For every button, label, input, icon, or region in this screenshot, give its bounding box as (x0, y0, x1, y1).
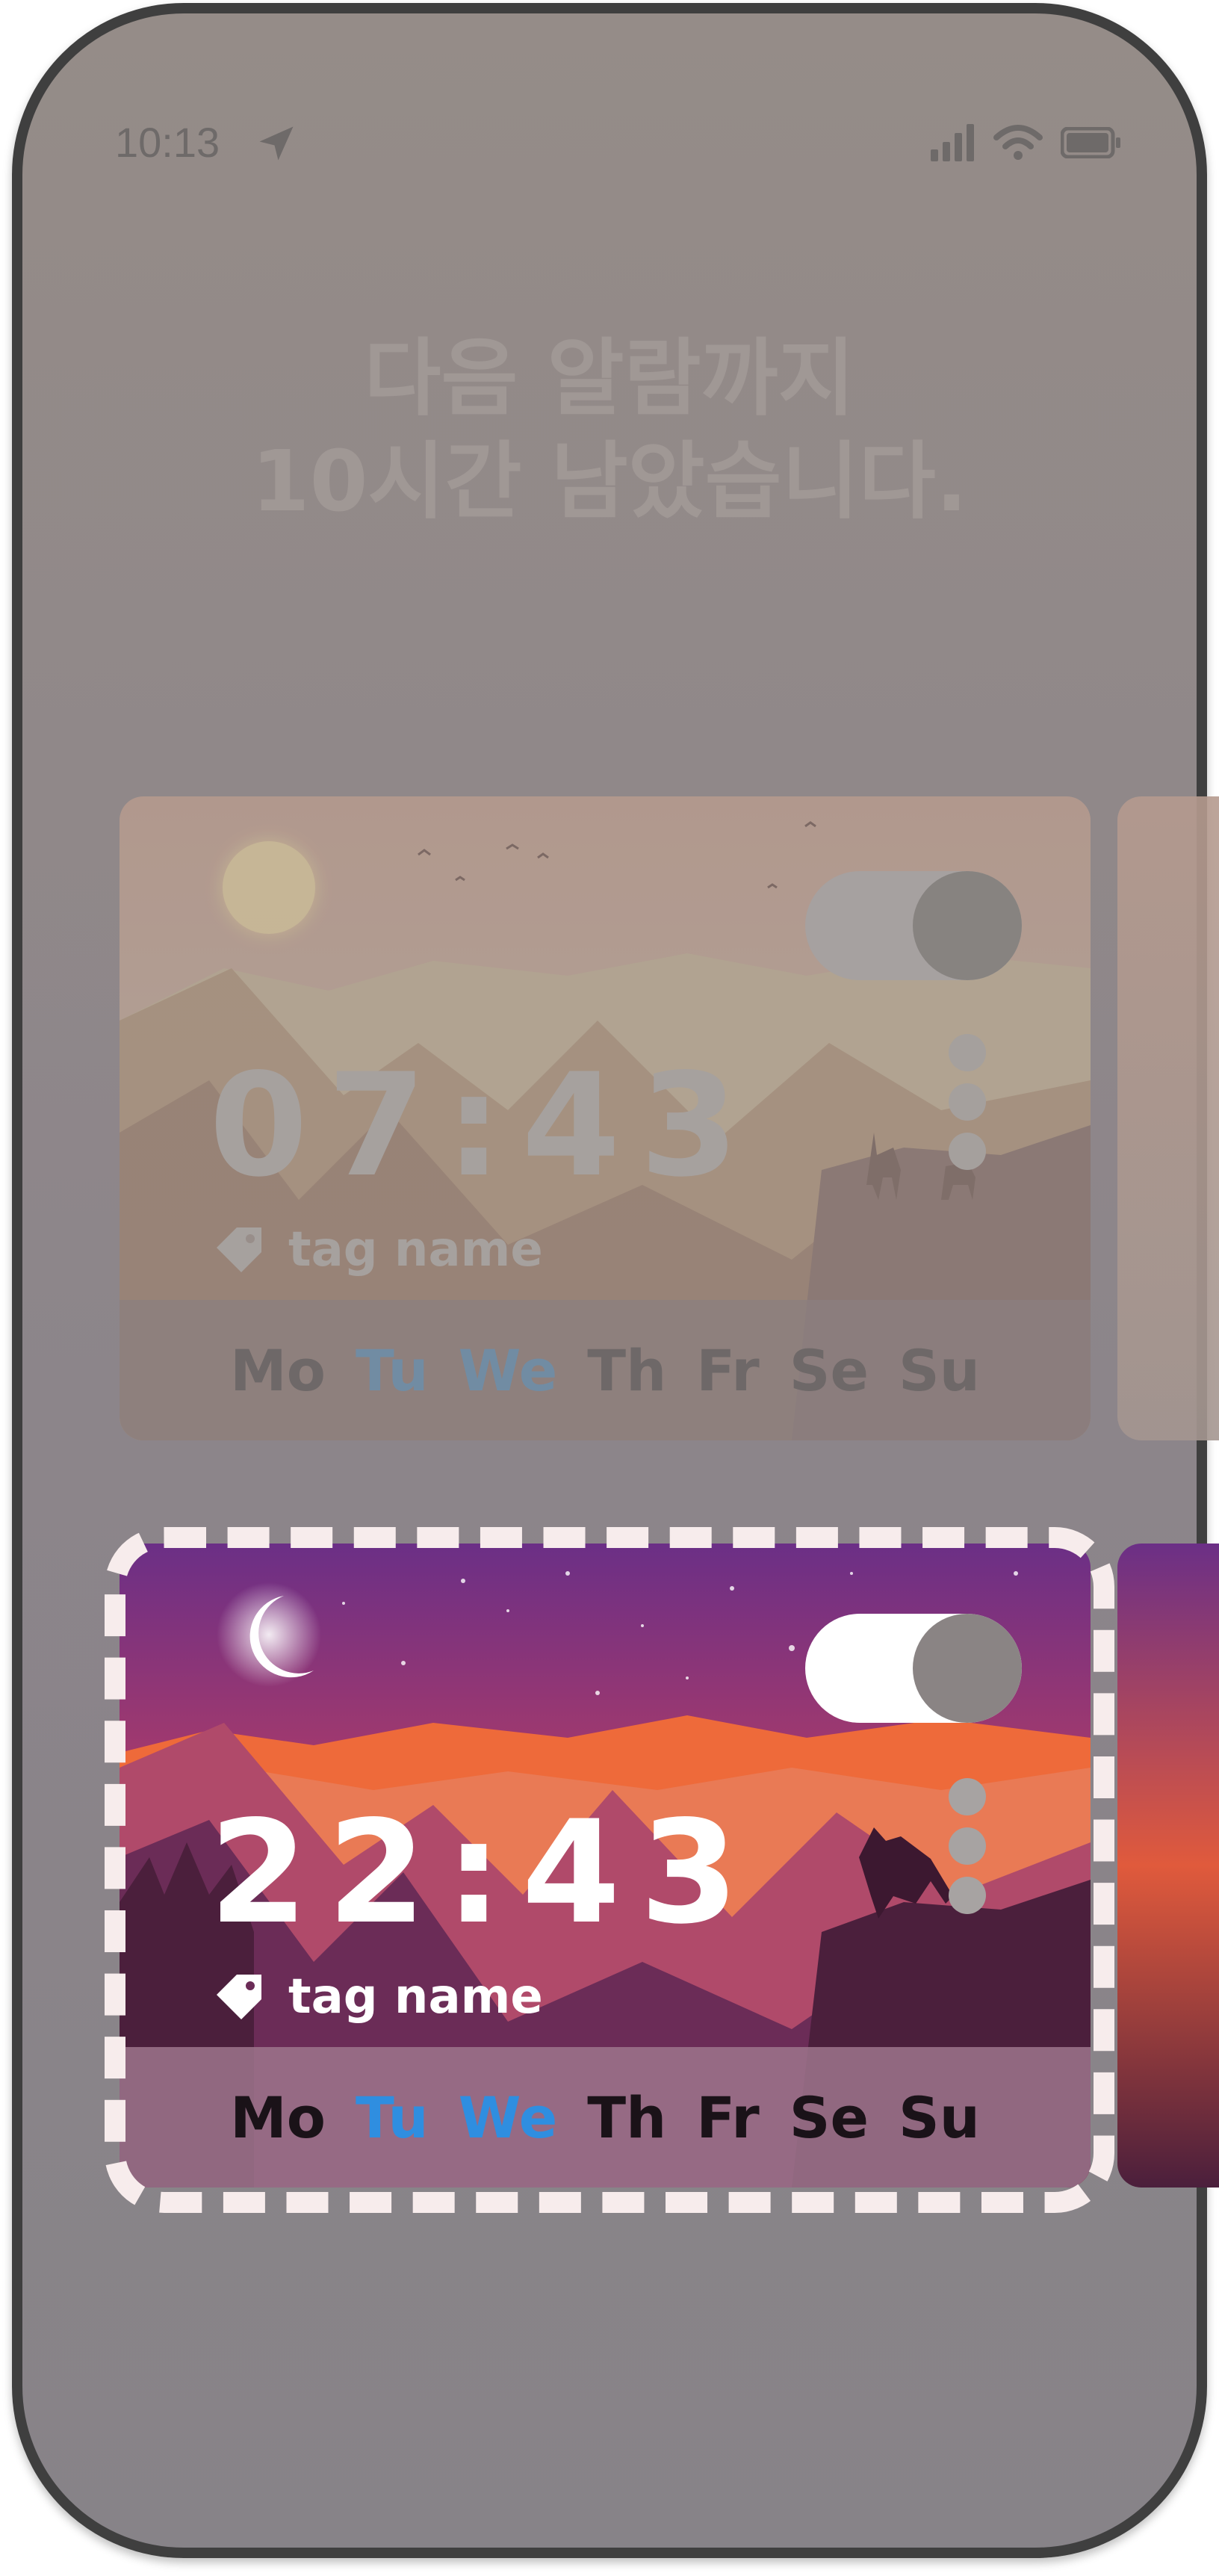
alarm-toggle[interactable] (805, 871, 1022, 980)
alarm-tag[interactable]: tag name (212, 1222, 543, 1278)
toggle-knob (913, 871, 1022, 980)
day-fr[interactable]: Fr (696, 1337, 760, 1404)
battery-icon (1061, 127, 1120, 158)
tag-icon (217, 1227, 261, 1272)
signal-icon (931, 124, 974, 161)
location-arrow-icon (259, 126, 294, 161)
next-alarm-headline: 다음 알람까지 10시간 남았습니다. (22, 327, 1197, 533)
day-we[interactable]: We (459, 1337, 558, 1404)
headline-line-1: 다음 알람까지 (364, 330, 855, 427)
alarm-time: 07:43 (209, 1043, 758, 1208)
more-options-icon[interactable] (949, 1034, 986, 1170)
headline-line-2: 10시간 남았습니다. (251, 433, 968, 530)
status-time: 10:13 (115, 119, 220, 166)
day-su[interactable]: Su (899, 1337, 980, 1404)
alarm-card-1[interactable]: 07:43 tag name Mo Tu We Th Fr Se Su (120, 796, 1091, 1440)
alarm-card-peek-2[interactable] (1117, 1544, 1219, 2188)
weekday-selector: Mo Tu We Th Fr Se Su (120, 1300, 1091, 1440)
wifi-icon (993, 125, 1043, 160)
status-icons (931, 124, 1122, 161)
alarm-card-peek-1[interactable] (1117, 796, 1219, 1440)
tag-label: tag name (288, 1222, 543, 1278)
day-th[interactable]: Th (587, 1337, 666, 1404)
selected-card-highlight (105, 1527, 1114, 2213)
day-se[interactable]: Se (790, 1337, 869, 1404)
day-tu[interactable]: Tu (356, 1337, 429, 1404)
day-mo[interactable]: Mo (230, 1337, 326, 1404)
